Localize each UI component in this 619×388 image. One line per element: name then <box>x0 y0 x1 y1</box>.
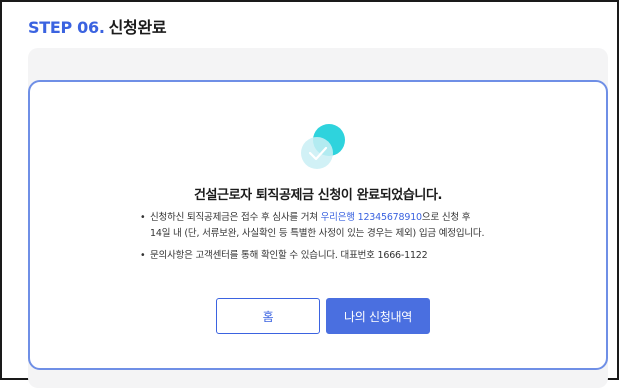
bullet: • <box>140 250 146 261</box>
notice-text: 문의사항은 고객센터를 통해 확인할 수 있습니다. 대표번호 1666-112… <box>150 250 428 261</box>
step-name: 신청완료 <box>108 18 167 37</box>
completion-card: 건설근로자 퇴직공제금 신청이 완료되었습니다. • 신청하신 퇴직공제금은 접… <box>28 80 608 370</box>
my-applications-button[interactable]: 나의 신청내역 <box>326 298 430 334</box>
notice-line-2: 14일 내 (단, 서류보완, 사실확인 등 특별한 사정이 있는 경우는 제외… <box>150 228 485 239</box>
notice-item-contact: • 문의사항은 고객센터를 통해 확인할 수 있습니다. 대표번호 1666-1… <box>140 248 560 264</box>
notice-text: 으로 신청 후 <box>421 212 471 223</box>
home-button[interactable]: 홈 <box>216 298 320 334</box>
notice-text: 신청하신 퇴직공제금은 접수 후 심사를 거쳐 <box>150 212 321 223</box>
bank-account: 우리은행 12345678910 <box>320 212 422 223</box>
completion-headline: 건설근로자 퇴직공제금 신청이 완료되었습니다. <box>193 188 443 203</box>
notice-item-payment: • 신청하신 퇴직공제금은 접수 후 심사를 거쳐 우리은행 123456789… <box>140 210 560 242</box>
page-frame: STEP 06. 신청완료 건설근로자 퇴직공제금 신청이 완료되었습니다. • … <box>0 0 619 388</box>
page-title: STEP 06. 신청완료 <box>28 14 167 38</box>
step-number: STEP 06. <box>28 18 105 37</box>
notice-list: • 신청하신 퇴직공제금은 접수 후 심사를 거쳐 우리은행 123456789… <box>140 210 560 264</box>
check-circle-icon <box>301 124 345 169</box>
notice-line-1: 신청하신 퇴직공제금은 접수 후 심사를 거쳐 우리은행 12345678910… <box>150 210 560 226</box>
bullet: • <box>140 212 146 223</box>
